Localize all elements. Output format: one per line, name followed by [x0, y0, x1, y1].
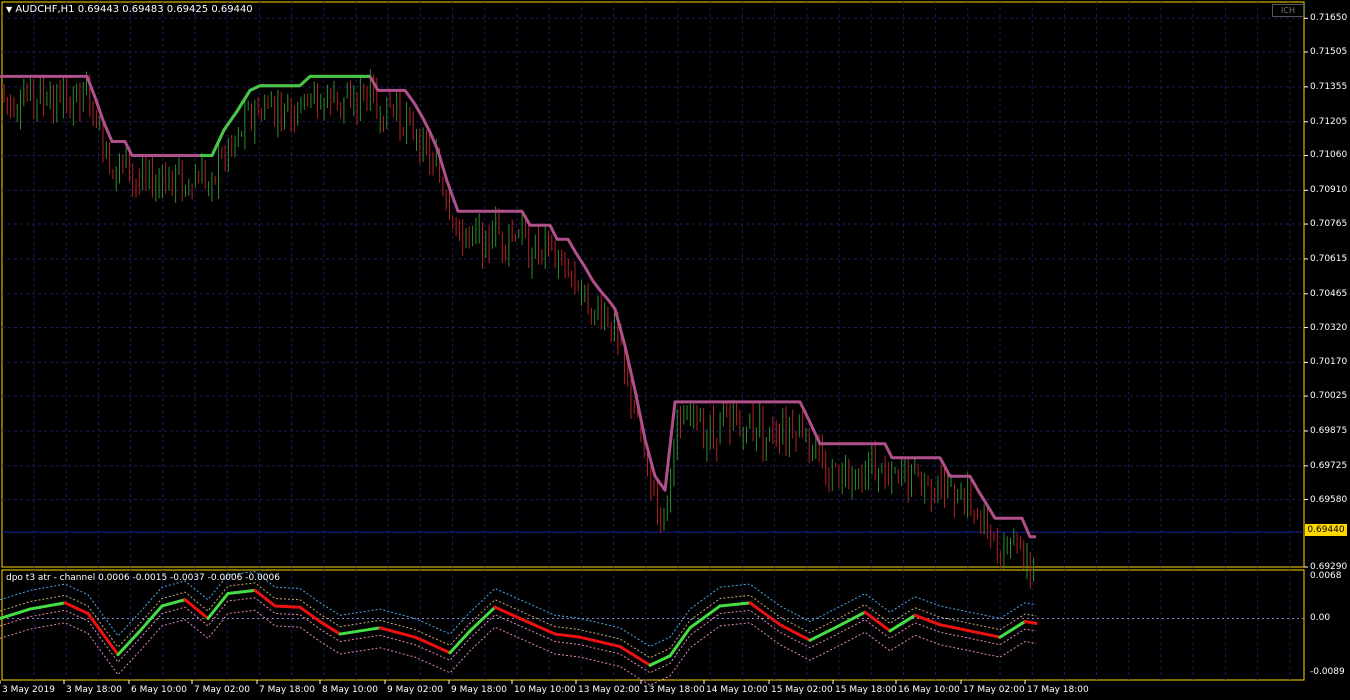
current-price-label: 0.69440	[1305, 524, 1347, 536]
price-tick-label: 0.70320	[1310, 322, 1348, 333]
time-tick-label: 15 May 02:00	[771, 685, 833, 695]
oscillator-segment	[1023, 620, 1038, 625]
price-tick-label: 0.70170	[1310, 357, 1348, 368]
price-tick-label: 0.70615	[1310, 253, 1348, 264]
indicator-title: dpo t3 atr - channel 0.0006 -0.0015 -0.0…	[6, 573, 280, 583]
oscillator-segment	[206, 591, 230, 620]
time-tick-label: 15 May 18:00	[835, 685, 897, 695]
price-tick-label: 0.71650	[1310, 13, 1348, 24]
price-tick-label: 0.71505	[1310, 46, 1348, 57]
time-tick-label: 3 May 2019	[2, 685, 55, 695]
oscillator-segment	[253, 588, 277, 608]
oscillator-segment	[808, 626, 837, 642]
collapse-triangle-icon[interactable]: ▼	[6, 5, 12, 14]
oscillator-segment	[913, 613, 942, 627]
time-tick-label: 17 May 02:00	[963, 685, 1025, 695]
oscillator-segment	[998, 620, 1027, 639]
price-tick-label: 0.71355	[1310, 81, 1348, 92]
time-tick-label: 16 May 10:00	[898, 685, 960, 695]
oscillator-segment	[778, 623, 812, 642]
osc-band	[0, 609, 1037, 686]
oscillator-segment	[273, 604, 302, 609]
price-tick-label: 0.69725	[1310, 460, 1348, 471]
symbol-header: ▼ AUDCHF,H1 0.69443 0.69483 0.69425 0.69…	[6, 4, 253, 16]
time-tick-label: 10 May 10:00	[514, 685, 576, 695]
chart-canvas[interactable]	[0, 0, 1350, 700]
oscillator-segment	[116, 629, 142, 657]
osc-band	[0, 582, 1037, 659]
oscillator-segment	[968, 629, 1002, 639]
oscillator-segment	[183, 598, 210, 620]
oscillator-segment	[298, 605, 322, 624]
ich-button[interactable]: ICH	[1272, 4, 1304, 17]
oscillator-segment	[160, 598, 187, 608]
oscillator-segment	[338, 626, 382, 636]
oscillator-segment	[28, 601, 67, 611]
oscillator-segment	[86, 611, 120, 657]
time-tick-label: 9 May 02:00	[387, 685, 443, 695]
oscillator-segment	[468, 605, 497, 633]
osc-tick-label: 0.00	[1310, 613, 1331, 624]
time-tick-label: 13 May 02:00	[578, 685, 640, 695]
oscillator-segment	[718, 601, 752, 608]
price-tick-label: 0.69875	[1310, 425, 1348, 436]
oscillator-segment	[863, 610, 892, 633]
time-tick-label: 9 May 18:00	[451, 685, 507, 695]
oscillator-segment	[938, 623, 972, 633]
time-tick-label: 13 May 18:00	[643, 685, 705, 695]
channel-line	[0, 74, 1036, 539]
time-tick-label: 7 May 18:00	[259, 685, 315, 695]
time-tick-label: 14 May 10:00	[706, 685, 768, 695]
price-tick-label: 0.71205	[1310, 116, 1348, 127]
price-tick-label: 0.69580	[1310, 494, 1348, 505]
oscillator-segment	[668, 626, 692, 658]
chart-window[interactable]: ▼ AUDCHF,H1 0.69443 0.69483 0.69425 0.69…	[0, 0, 1350, 700]
osc-tick-label: -0.0089	[1310, 667, 1345, 677]
time-tick-label: 3 May 18:00	[66, 685, 122, 695]
channel-up-segment	[298, 74, 370, 87]
oscillator-segment	[553, 632, 582, 639]
symbol-name: AUDCHF,H1	[15, 4, 75, 15]
oscillator-segment	[648, 654, 672, 667]
osc-tick-label: 0.0068	[1310, 571, 1342, 581]
oscillator-segment	[378, 626, 417, 639]
oscillator-segment	[518, 616, 557, 636]
oscillator-segment	[888, 613, 917, 633]
time-tick-label: 7 May 02:00	[194, 685, 250, 695]
osc-band	[0, 597, 1037, 674]
oscillator-segment	[318, 620, 342, 636]
price-tick-label: 0.71060	[1310, 150, 1348, 161]
oscillator-segment	[0, 607, 32, 620]
time-tick-label: 8 May 10:00	[322, 685, 378, 695]
price-tick-label: 0.70765	[1310, 219, 1348, 230]
price-tick-label: 0.70910	[1310, 185, 1348, 196]
ohlc-values: 0.69443 0.69483 0.69425 0.69440	[77, 4, 253, 15]
oscillator-segment	[493, 605, 522, 620]
time-tick-label: 6 May 10:00	[131, 685, 187, 695]
time-tick-label: 17 May 18:00	[1027, 685, 1089, 695]
price-tick-label: 0.70025	[1310, 391, 1348, 402]
price-tick-label: 0.70465	[1310, 288, 1348, 299]
oscillator-segment	[226, 588, 257, 595]
